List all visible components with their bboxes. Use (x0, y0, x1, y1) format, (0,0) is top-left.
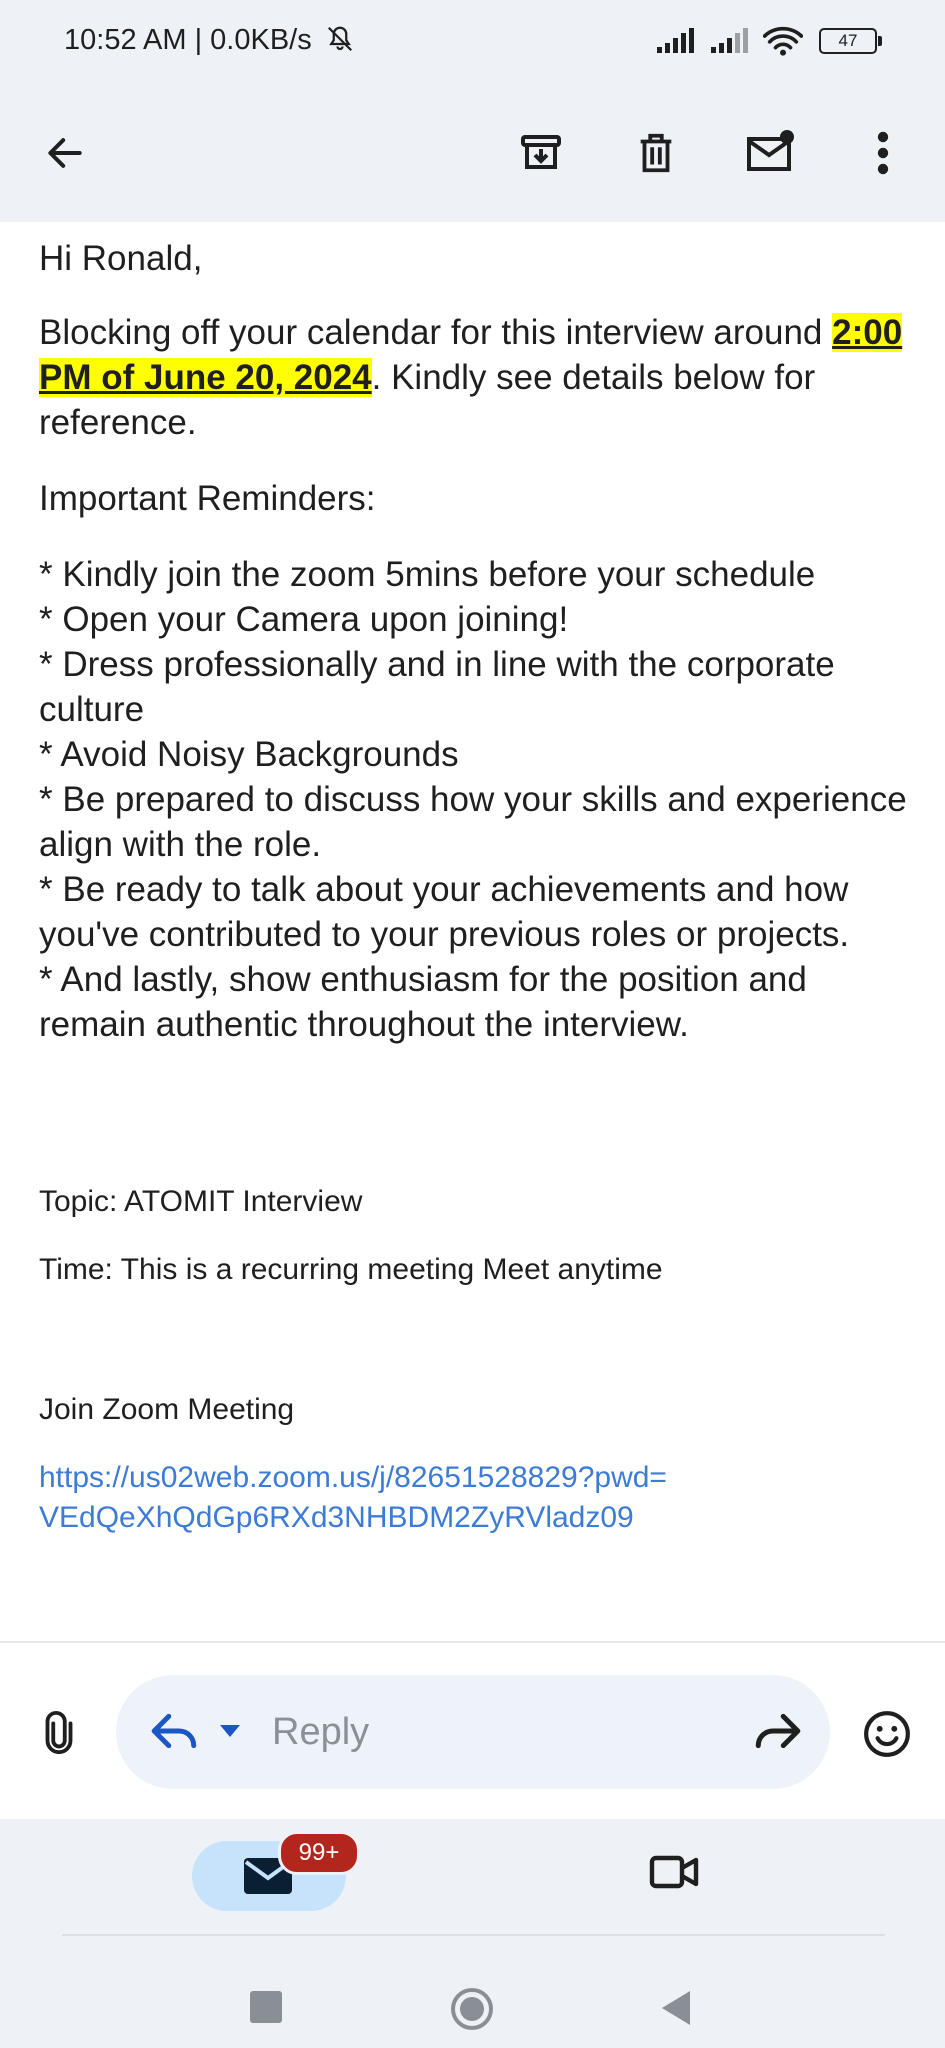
back-system-button[interactable] (660, 1989, 692, 2027)
intro-text: Blocking off your calendar for this inte… (39, 313, 833, 352)
join-zoom-label: Join Zoom Meeting (39, 1393, 295, 1426)
smiley-icon (864, 1711, 910, 1757)
archive-button[interactable] (506, 118, 576, 188)
reply-label: Reply (272, 1711, 370, 1753)
more-vert-icon (877, 131, 889, 175)
mark-unread-icon (747, 130, 794, 171)
paperclip-icon (45, 1710, 73, 1754)
intro-paragraph: Blocking off your calendar for this inte… (39, 310, 909, 445)
archive-icon (521, 135, 561, 169)
back-button[interactable] (30, 118, 100, 188)
reminder-item: * And lastly, show enthusiasm for the po… (39, 960, 807, 1044)
trash-icon (640, 133, 672, 173)
zoom-link-line-1: https://us02web.zoom.us/j/82651528829?pw… (39, 1461, 667, 1494)
emoji-button[interactable] (862, 1709, 912, 1759)
triangle-back-icon (662, 1991, 690, 2025)
recents-button[interactable] (250, 1991, 282, 2023)
reminder-item: * Be prepared to discuss how your skills… (39, 780, 907, 864)
home-circle-icon (451, 1988, 493, 2030)
meeting-topic: Topic: ATOMIT Interview (39, 1185, 363, 1218)
battery-icon: 47 (819, 28, 882, 54)
greeting: Hi Ronald, (39, 239, 203, 278)
bell-off-icon (327, 26, 352, 52)
reminder-item: * Avoid Noisy Backgrounds (39, 735, 459, 774)
arrow-back-icon (48, 138, 82, 168)
status-time: 10:52 AM | 0.0KB/s (64, 24, 356, 57)
mark-unread-button[interactable] (736, 118, 806, 188)
reminders-list: * Kindly join the zoom 5mins before your… (39, 552, 919, 1047)
zoom-link-line-2: VEdQeXhQdGp6RXd3NHBDM2ZyRVladz09 (39, 1501, 634, 1534)
bottom-navigation: 99+ (0, 1819, 945, 2048)
unread-badge: 99+ (278, 1831, 360, 1875)
reply-icon (151, 1713, 197, 1749)
home-button[interactable] (450, 1987, 494, 2031)
reminder-item: * Open your Camera upon joining! (39, 600, 569, 639)
zoom-meeting-link[interactable]: https://us02web.zoom.us/j/82651528829?pw… (39, 1458, 667, 1538)
top-toolbar (0, 88, 945, 222)
reminder-item: * Kindly join the zoom 5mins before your… (39, 555, 816, 594)
meeting-time: Time: This is a recurring meeting Meet a… (39, 1253, 663, 1286)
reply-bar: Reply (0, 1643, 945, 1819)
reply-field[interactable]: Reply (116, 1675, 830, 1789)
attach-button[interactable] (36, 1705, 82, 1761)
status-icons: 47 (655, 26, 882, 56)
video-camera-icon (649, 1855, 699, 1889)
delete-button[interactable] (621, 118, 691, 188)
wifi-icon (763, 26, 803, 56)
signal-2-icon (711, 28, 748, 53)
reminders-title: Important Reminders: (39, 479, 376, 518)
more-options-button[interactable] (848, 118, 918, 188)
reminder-item: * Dress professionally and in line with … (39, 645, 835, 729)
chevron-down-icon[interactable] (218, 1723, 242, 1739)
meet-tab[interactable] (648, 1849, 700, 1895)
status-bar: 10:52 AM | 0.0KB/s 47 (0, 0, 945, 88)
reminder-item: * Be ready to talk about your achievemen… (39, 870, 850, 954)
nav-divider (62, 1934, 885, 1936)
signal-icon (657, 28, 694, 53)
forward-icon[interactable] (752, 1709, 802, 1753)
